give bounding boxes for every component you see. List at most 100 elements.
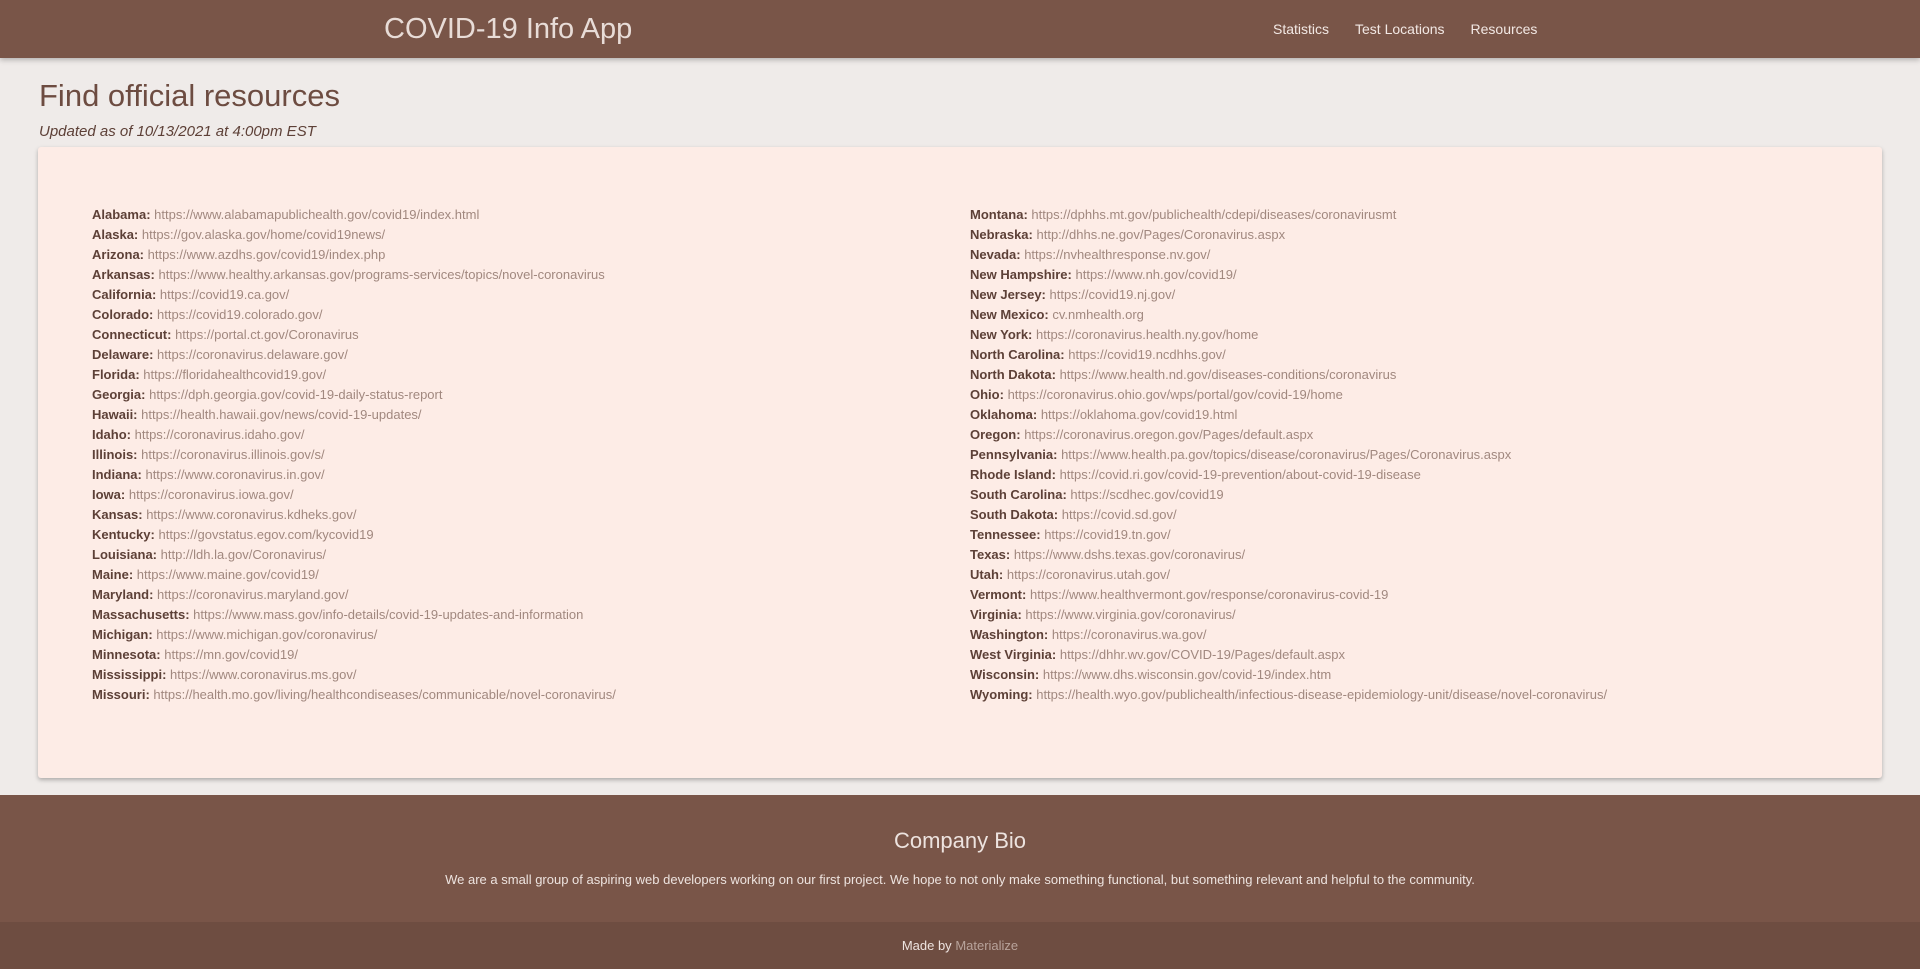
resource-link[interactable]: https://gov.alaska.gov/home/covid19news/: [142, 227, 385, 242]
resource-link[interactable]: https://coronavirus.ohio.gov/wps/portal/…: [1008, 387, 1343, 402]
state-label: Alaska:: [92, 227, 139, 242]
resource-link[interactable]: https://nvhealthresponse.nv.gov/: [1024, 247, 1210, 262]
resource-row: Utah: https://coronavirus.utah.gov/: [970, 565, 1607, 585]
resource-link[interactable]: https://www.health.nd.gov/diseases-condi…: [1060, 367, 1397, 382]
footer: Company Bio We are a small group of aspi…: [0, 795, 1920, 922]
footer-bio-text: We are a small group of aspiring web dev…: [445, 872, 1475, 887]
resource-row: Kansas: https://www.coronavirus.kdheks.g…: [92, 505, 616, 525]
resource-link[interactable]: https://covid19.tn.gov/: [1044, 527, 1170, 542]
resource-link[interactable]: https://covid.sd.gov/: [1062, 507, 1177, 522]
resource-row: Maryland: https://coronavirus.maryland.g…: [92, 585, 616, 605]
state-label: Georgia:: [92, 387, 146, 402]
resource-link[interactable]: https://www.coronavirus.in.gov/: [145, 467, 324, 482]
resource-link[interactable]: https://coronavirus.iowa.gov/: [129, 487, 294, 502]
resource-link[interactable]: https://coronavirus.health.ny.gov/home: [1036, 327, 1258, 342]
resource-row: Delaware: https://coronavirus.delaware.g…: [92, 345, 616, 365]
resource-row: Wyoming: https://health.wyo.gov/publiche…: [970, 685, 1607, 705]
resource-link[interactable]: https://health.mo.gov/living/healthcondi…: [153, 687, 615, 702]
resource-link[interactable]: https://www.dshs.texas.gov/coronavirus/: [1014, 547, 1245, 562]
resource-row: Vermont: https://www.healthvermont.gov/r…: [970, 585, 1607, 605]
resource-link[interactable]: https://dph.georgia.gov/covid-19-daily-s…: [149, 387, 442, 402]
resource-link[interactable]: https://floridahealthcovid19.gov/: [143, 367, 326, 382]
state-label: West Virginia:: [970, 647, 1057, 662]
resource-link[interactable]: https://covid19.colorado.gov/: [157, 307, 323, 322]
resource-link[interactable]: https://www.maine.gov/covid19/: [137, 567, 319, 582]
resource-link[interactable]: https://www.healthy.arkansas.gov/program…: [159, 267, 605, 282]
state-label: Montana:: [970, 207, 1028, 222]
resource-row: Nebraska: http://dhhs.ne.gov/Pages/Coron…: [970, 225, 1607, 245]
resource-link[interactable]: https://health.wyo.gov/publichealth/infe…: [1036, 687, 1607, 702]
resource-link[interactable]: https://covid19.ncdhhs.gov/: [1068, 347, 1226, 362]
resource-row: Indiana: https://www.coronavirus.in.gov/: [92, 465, 616, 485]
resource-row: Arkansas: https://www.healthy.arkansas.g…: [92, 265, 616, 285]
resource-link[interactable]: https://www.coronavirus.ms.gov/: [170, 667, 356, 682]
state-label: Maine:: [92, 567, 134, 582]
resource-row: Louisiana: http://ldh.la.gov/Coronavirus…: [92, 545, 616, 565]
resource-link[interactable]: https://mn.gov/covid19/: [164, 647, 298, 662]
resource-link[interactable]: https://www.virginia.gov/coronavirus/: [1025, 607, 1235, 622]
resource-link[interactable]: https://coronavirus.illinois.gov/s/: [141, 447, 325, 462]
resource-link[interactable]: https://www.coronavirus.kdheks.gov/: [146, 507, 356, 522]
state-label: Massachusetts:: [92, 607, 190, 622]
brand-logo[interactable]: COVID-19 Info App: [384, 12, 632, 46]
resource-link[interactable]: https://portal.ct.gov/Coronavirus: [175, 327, 359, 342]
resource-link[interactable]: https://www.mass.gov/info-details/covid-…: [193, 607, 583, 622]
page-title: Find official resources: [39, 78, 340, 113]
resource-row: Alaska: https://gov.alaska.gov/home/covi…: [92, 225, 616, 245]
resource-link[interactable]: https://coronavirus.maryland.gov/: [157, 587, 348, 602]
resource-link[interactable]: https://coronavirus.delaware.gov/: [157, 347, 348, 362]
resources-column-left: Alabama: https://www.alabamapublichealth…: [92, 205, 616, 705]
resource-link[interactable]: https://coronavirus.oregon.gov/Pages/def…: [1024, 427, 1313, 442]
state-label: Vermont:: [970, 587, 1027, 602]
resource-link[interactable]: https://www.healthvermont.gov/response/c…: [1030, 587, 1388, 602]
resource-link[interactable]: http://dhhs.ne.gov/Pages/Coronavirus.asp…: [1037, 227, 1286, 242]
resource-link[interactable]: https://www.health.pa.gov/topics/disease…: [1061, 447, 1511, 462]
state-label: Wyoming:: [970, 687, 1033, 702]
resource-link[interactable]: https://www.alabamapublichealth.gov/covi…: [154, 207, 479, 222]
resource-row: Oregon: https://coronavirus.oregon.gov/P…: [970, 425, 1607, 445]
nav-links: Statistics Test Locations Resources: [1260, 0, 1550, 58]
footer-title: Company Bio: [893, 828, 1027, 853]
resource-link[interactable]: https://covid19.ca.gov/: [160, 287, 289, 302]
resource-link[interactable]: https://covid.ri.gov/covid-19-prevention…: [1060, 467, 1421, 482]
state-label: Washington:: [970, 627, 1049, 642]
resource-row: Georgia: https://dph.georgia.gov/covid-1…: [92, 385, 616, 405]
materialize-link[interactable]: Materialize: [955, 938, 1018, 953]
resource-row: Texas: https://www.dshs.texas.gov/corona…: [970, 545, 1607, 565]
resource-link[interactable]: https://health.hawaii.gov/news/covid-19-…: [141, 407, 421, 422]
resource-link[interactable]: https://coronavirus.idaho.gov/: [135, 427, 305, 442]
resource-link[interactable]: cv.nmhealth.org: [1052, 307, 1144, 322]
resource-row: New Mexico: cv.nmhealth.org: [970, 305, 1607, 325]
resource-link[interactable]: https://coronavirus.wa.gov/: [1052, 627, 1207, 642]
resource-link[interactable]: https://govstatus.egov.com/kycovid19: [158, 527, 373, 542]
resource-row: Arizona: https://www.azdhs.gov/covid19/i…: [92, 245, 616, 265]
resource-link[interactable]: https://dhhr.wv.gov/COVID-19/Pages/defau…: [1060, 647, 1345, 662]
resource-row: South Carolina: https://scdhec.gov/covid…: [970, 485, 1607, 505]
resource-link[interactable]: https://scdhec.gov/covid19: [1070, 487, 1223, 502]
state-label: New York:: [970, 327, 1033, 342]
resource-link[interactable]: https://oklahoma.gov/covid19.html: [1041, 407, 1238, 422]
nav-link-statistics[interactable]: Statistics: [1260, 0, 1342, 58]
state-label: Louisiana:: [92, 547, 158, 562]
resource-row: Hawaii: https://health.hawaii.gov/news/c…: [92, 405, 616, 425]
made-by-label: Made by: [901, 938, 952, 953]
resource-row: New Jersey: https://covid19.nj.gov/: [970, 285, 1607, 305]
nav-link-resources[interactable]: Resources: [1458, 0, 1551, 58]
resource-row: North Carolina: https://covid19.ncdhhs.g…: [970, 345, 1607, 365]
resource-link[interactable]: https://www.dhs.wisconsin.gov/covid-19/i…: [1043, 667, 1331, 682]
resource-link[interactable]: https://coronavirus.utah.gov/: [1007, 567, 1170, 582]
resource-row: Massachusetts: https://www.mass.gov/info…: [92, 605, 616, 625]
state-label: Florida:: [92, 367, 140, 382]
resource-row: Missouri: https://health.mo.gov/living/h…: [92, 685, 616, 705]
resource-link[interactable]: https://www.michigan.gov/coronavirus/: [156, 627, 377, 642]
resource-link[interactable]: https://covid19.nj.gov/: [1050, 287, 1176, 302]
nav-link-test-locations[interactable]: Test Locations: [1342, 0, 1458, 58]
resource-link[interactable]: http://ldh.la.gov/Coronavirus/: [161, 547, 326, 562]
resource-row: Alabama: https://www.alabamapublichealth…: [92, 205, 616, 225]
resource-link[interactable]: https://dphhs.mt.gov/publichealth/cdepi/…: [1031, 207, 1396, 222]
resource-link[interactable]: https://www.nh.gov/covid19/: [1076, 267, 1237, 282]
state-label: North Dakota:: [970, 367, 1056, 382]
resource-link[interactable]: https://www.azdhs.gov/covid19/index.php: [148, 247, 386, 262]
resource-row: Wisconsin: https://www.dhs.wisconsin.gov…: [970, 665, 1607, 685]
state-label: Iowa:: [92, 487, 126, 502]
